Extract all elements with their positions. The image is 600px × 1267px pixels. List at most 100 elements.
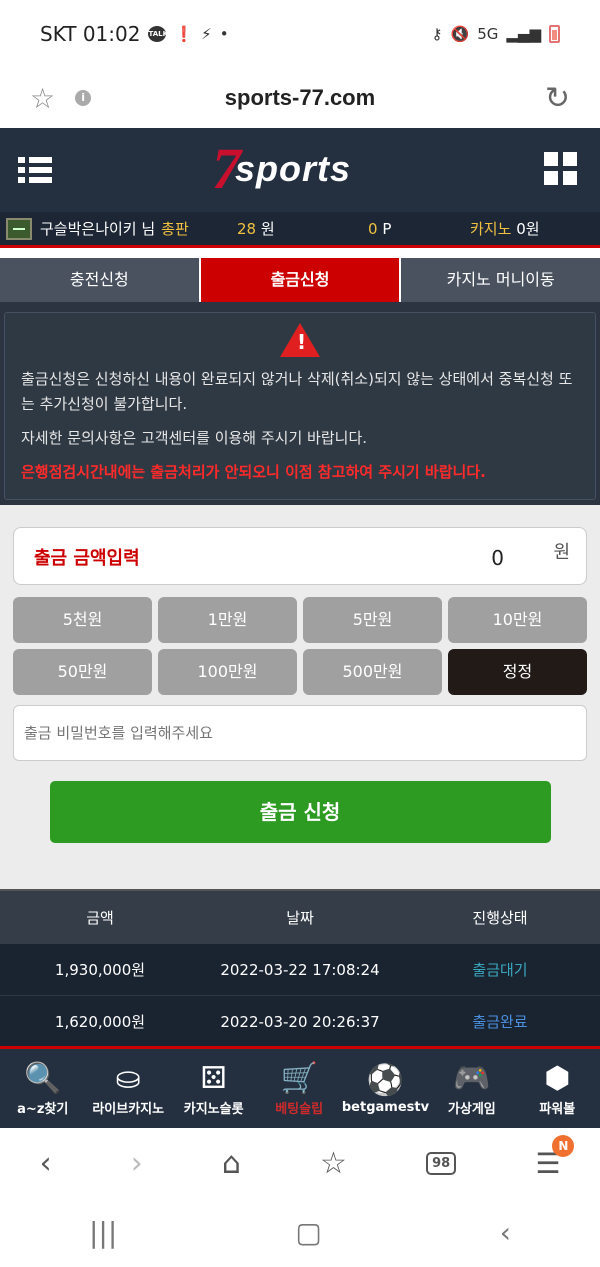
browser-menu-icon[interactable]: ☰ N bbox=[535, 1134, 575, 1180]
site-header: 7 sports bbox=[0, 128, 600, 212]
casino-value: 0원 bbox=[516, 220, 540, 238]
home-icon[interactable]: ⌂ bbox=[222, 1146, 241, 1181]
info-icon[interactable]: i bbox=[75, 90, 92, 106]
quick-5k-button[interactable]: 5천원 bbox=[13, 597, 152, 643]
box-icon: ⬢ bbox=[544, 1061, 571, 1096]
row-date: 2022-03-22 17:08:24 bbox=[220, 960, 380, 979]
search-icon: 🔍 bbox=[24, 1061, 62, 1096]
status-bar: SKT 01:02 TALK ❗ ⚡ • ⚷ 🔇 5G ▂▄▆ bbox=[0, 0, 600, 68]
quick-500k-button[interactable]: 50만원 bbox=[13, 649, 152, 695]
notice-line-1: 출금신청은 신청하신 내용이 완료되지 않거나 삭제(취소)되지 않는 상태에서… bbox=[21, 370, 573, 413]
row-date: 2022-03-20 20:26:37 bbox=[220, 1012, 380, 1031]
withdraw-form: 출금 금액입력 0 원 5천원 1만원 5만원 10만원 50만원 100만원 … bbox=[0, 505, 600, 889]
bookmarks-star-icon[interactable]: ☆ bbox=[320, 1146, 347, 1181]
warning-icon: ! bbox=[280, 323, 320, 357]
system-nav: ||| ▢ ‹ bbox=[0, 1198, 600, 1267]
nav-bet-slip[interactable]: 🛒 베팅슬립 bbox=[256, 1049, 341, 1128]
nav-label: a~z찾기 bbox=[17, 1102, 69, 1117]
ball-icon: ⚽ bbox=[366, 1063, 405, 1098]
nav-search[interactable]: 🔍 a~z찾기 bbox=[0, 1049, 85, 1128]
quick-10k-button[interactable]: 1만원 bbox=[158, 597, 297, 643]
user-info-bar: 구슬박은나이키 님 총판 28 원 0 P 카지노 0원 bbox=[0, 212, 600, 248]
logo-text: sports bbox=[235, 148, 352, 189]
nav-label: 라이브카지노 bbox=[92, 1102, 165, 1117]
user-name: 구슬박은나이키 님 bbox=[40, 220, 156, 238]
system-back-icon[interactable]: ‹ bbox=[500, 1216, 511, 1249]
money-value: 28 bbox=[237, 220, 257, 238]
dice-icon: ⚄ bbox=[200, 1061, 227, 1096]
notice-section: ! 출금신청은 신청하신 내용이 완료되지 않거나 삭제(취소)되지 않는 상태… bbox=[0, 302, 600, 505]
mute-icon: 🔇 bbox=[450, 25, 470, 43]
url-bar: ☆ i sports-77.com ↻ bbox=[0, 68, 600, 128]
row-amount: 1,930,000원 bbox=[54, 961, 146, 979]
table-row: 1,620,000원 2022-03-20 20:26:37 출금완료 bbox=[0, 996, 600, 1048]
amount-unit: 원 bbox=[553, 542, 570, 563]
nav-label: 베팅슬립 bbox=[275, 1102, 324, 1117]
notice-line-2: 자세한 문의사항은 고객센터를 이용해 주시기 바랍니다. bbox=[21, 429, 368, 447]
browser-nav: ‹ › ⌂ ☆ 98 ☰ N bbox=[0, 1128, 600, 1198]
withdraw-submit-button[interactable]: 출금 신청 bbox=[49, 781, 551, 843]
user-points: 0 P bbox=[368, 220, 391, 238]
recents-icon[interactable]: ||| bbox=[89, 1216, 117, 1249]
nav-betgamestv[interactable]: ⚽ betgamestv bbox=[342, 1049, 429, 1128]
sync-icon: ⚡ bbox=[201, 25, 212, 43]
status-time: SKT 01:02 bbox=[40, 22, 141, 46]
tab-deposit[interactable]: 충전신청 bbox=[0, 258, 199, 302]
tab-bar: 충전신청 출금신청 카지노 머니이동 bbox=[0, 258, 600, 302]
nav-label: 파워볼 bbox=[539, 1102, 576, 1117]
header-date: 날짜 bbox=[286, 909, 314, 927]
history-header: 금액 날짜 진행상태 bbox=[0, 889, 600, 944]
notice-line-3: 은행점검시간내에는 출금처리가 안되오니 이점 참고하여 주시기 바랍니다. bbox=[21, 463, 486, 481]
nav-label: betgamestv bbox=[341, 1100, 430, 1115]
talk-icon: TALK bbox=[148, 26, 168, 42]
battery-icon bbox=[549, 25, 560, 43]
tabs-count-icon[interactable]: 98 bbox=[426, 1151, 457, 1175]
back-icon[interactable]: ‹ bbox=[40, 1146, 52, 1181]
nav-virtual-game[interactable]: 🎮 가상게임 bbox=[429, 1049, 514, 1128]
table-row: 1,930,000원 2022-03-22 17:08:24 출금대기 bbox=[0, 944, 600, 996]
tab-casino-transfer[interactable]: 카지노 머니이동 bbox=[401, 258, 600, 302]
amount-value[interactable]: 0 bbox=[491, 546, 504, 570]
grid-menu-icon[interactable] bbox=[544, 152, 578, 186]
quick-50k-button[interactable]: 5만원 bbox=[303, 597, 442, 643]
nav-label: 가상게임 bbox=[447, 1102, 496, 1117]
row-amount: 1,620,000원 bbox=[54, 1013, 146, 1031]
forward-icon[interactable]: › bbox=[131, 1146, 143, 1181]
cart-icon: 🛒 bbox=[280, 1061, 318, 1096]
points-value: 0 bbox=[368, 219, 378, 238]
quick-1m-button[interactable]: 100만원 bbox=[158, 649, 297, 695]
site-logo[interactable]: 7 sports bbox=[212, 140, 351, 198]
alert-icon: ❗ bbox=[174, 25, 194, 43]
nav-casino-slot[interactable]: ⚄ 카지노슬롯 bbox=[171, 1049, 256, 1128]
quick-5m-button[interactable]: 500만원 bbox=[303, 649, 442, 695]
chip-icon: ⛀ bbox=[115, 1061, 141, 1096]
withdraw-password-input[interactable] bbox=[13, 705, 587, 761]
withdraw-history: 금액 날짜 진행상태 1,930,000원 2022-03-22 17:08:2… bbox=[0, 889, 600, 1048]
nav-live-casino[interactable]: ⛀ 라이브카지노 bbox=[85, 1049, 170, 1128]
bookmark-star-icon[interactable]: ☆ bbox=[30, 82, 55, 115]
signal-icon: ▂▄▆ bbox=[506, 25, 541, 43]
menu-icon[interactable] bbox=[18, 157, 52, 183]
dot-icon: • bbox=[219, 25, 229, 43]
quick-100k-button[interactable]: 10만원 bbox=[448, 597, 587, 643]
home-button-icon[interactable]: ▢ bbox=[295, 1216, 321, 1249]
nav-label: 카지노슬롯 bbox=[183, 1102, 244, 1117]
points-unit: P bbox=[382, 219, 392, 238]
network-icon: 5G bbox=[477, 25, 499, 43]
reset-button[interactable]: 정정 bbox=[448, 649, 587, 695]
amount-field[interactable]: 출금 금액입력 0 원 bbox=[13, 527, 587, 585]
user-rank: 총판 bbox=[161, 220, 189, 238]
casino-label: 카지노 bbox=[470, 220, 512, 238]
nav-powerball[interactable]: ⬢ 파워볼 bbox=[515, 1049, 600, 1128]
reload-icon[interactable]: ↻ bbox=[545, 81, 570, 116]
quick-amount-grid: 5천원 1만원 5만원 10만원 50만원 100만원 500만원 정정 bbox=[13, 597, 587, 695]
header-amount: 금액 bbox=[86, 909, 114, 927]
user-casino: 카지노 0원 bbox=[470, 218, 540, 239]
amount-label: 출금 금액입력 bbox=[34, 548, 140, 569]
tab-withdraw[interactable]: 출금신청 bbox=[200, 258, 400, 302]
row-status: 출금완료 bbox=[472, 1013, 528, 1031]
header-status: 진행상태 bbox=[472, 909, 528, 927]
user-money: 28 원 bbox=[237, 218, 275, 239]
key-icon: ⚷ bbox=[431, 25, 443, 43]
row-status: 출금대기 bbox=[472, 961, 528, 979]
